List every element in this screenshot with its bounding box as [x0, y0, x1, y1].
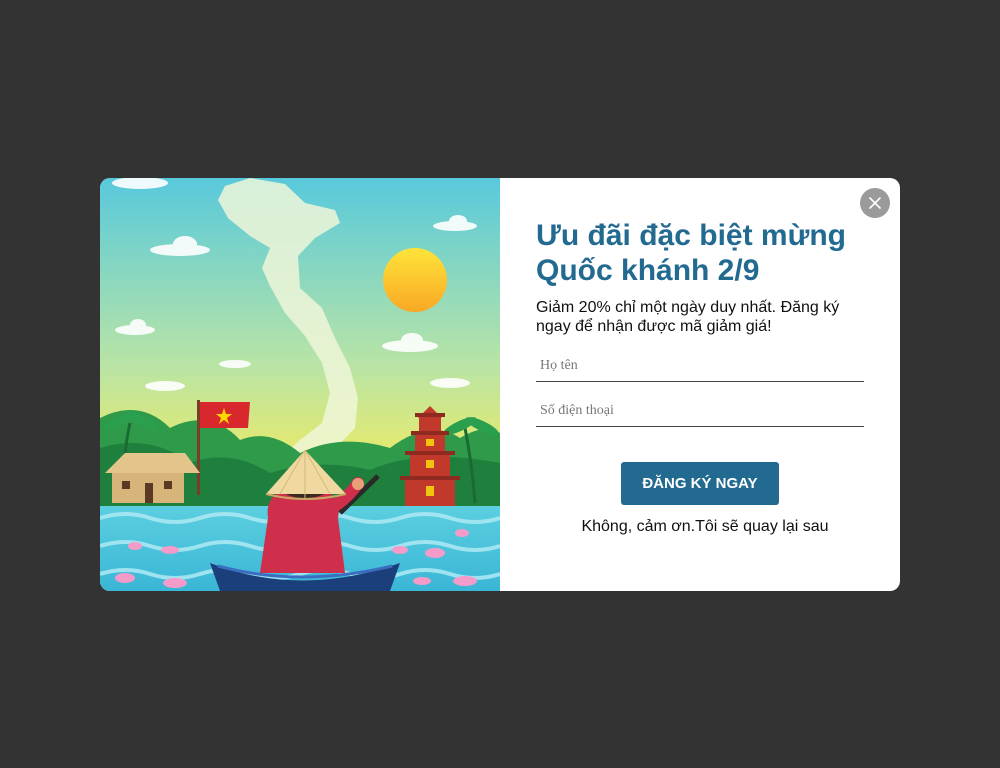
register-now-button[interactable]: ĐĂNG KÝ NGAY — [621, 462, 779, 505]
popup-description: Giảm 20% chỉ một ngày duy nhất. Đăng ký … — [536, 299, 840, 335]
phone-input[interactable] — [536, 395, 864, 427]
popup-title: Ưu đãi đặc biệt mừng Quốc khánh 2/9 — [536, 219, 846, 287]
close-icon — [869, 197, 881, 209]
close-button[interactable] — [860, 188, 890, 218]
name-input[interactable] — [536, 350, 864, 382]
vietnam-national-day-illustration — [100, 178, 500, 591]
signup-popup: Ưu đãi đặc biệt mừng Quốc khánh 2/9 Giảm… — [100, 178, 900, 591]
signup-form: Ưu đãi đặc biệt mừng Quốc khánh 2/9 Giảm… — [536, 218, 866, 536]
decline-link[interactable]: Không, cảm ơn.Tôi sẽ quay lại sau — [536, 518, 874, 536]
